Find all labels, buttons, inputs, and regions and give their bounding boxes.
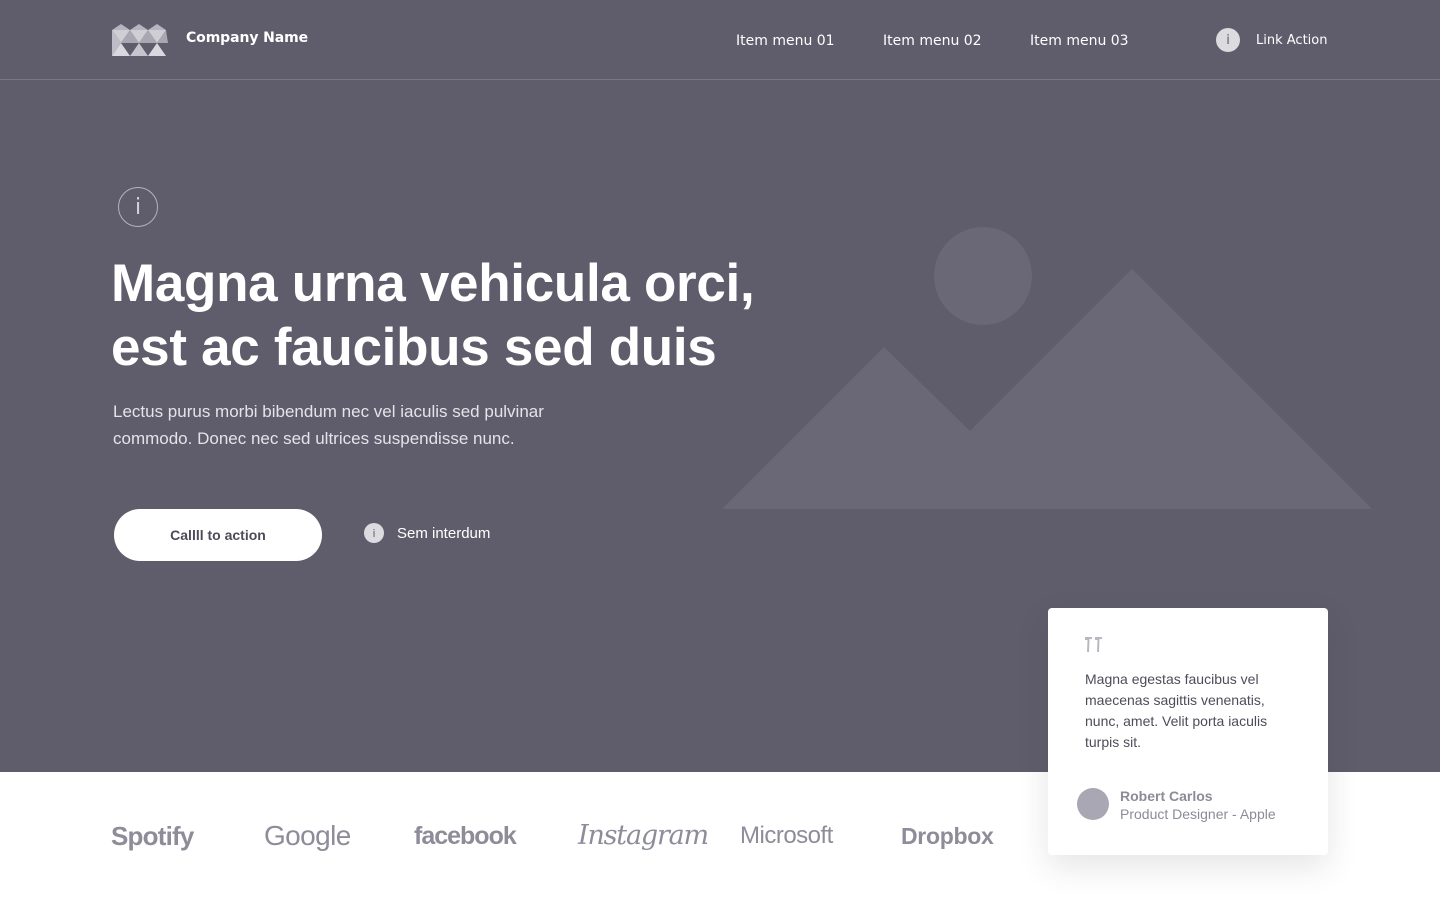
sem-interdum-label: Sem interdum	[397, 524, 491, 542]
google-logo: Google	[264, 820, 351, 851]
hero-subtitle-line: Lectus purus morbi bibendum nec vel iacu…	[113, 402, 544, 421]
instagram-logo: Instagram	[578, 820, 709, 851]
author-role: Product Designer - Apple	[1120, 806, 1276, 822]
testimonial-quote: Magna egestas faucibus vel maecenas sagi…	[1085, 669, 1300, 753]
quote-line: maecenas sagittis venenatis,	[1085, 692, 1265, 708]
call-to-action-button[interactable]: Callll to action	[114, 509, 322, 561]
hero-subtitle: Lectus purus morbi bibendum nec vel iacu…	[113, 398, 633, 452]
facebook-logo: facebook	[414, 822, 517, 850]
image-placeholder-icon	[722, 227, 1372, 509]
author-name: Robert Carlos	[1120, 788, 1213, 804]
company-name[interactable]: Company Name	[186, 30, 308, 46]
info-outline-icon: i	[118, 187, 158, 227]
site-header: Company Name Item menu 01 Item menu 02 I…	[0, 0, 1440, 80]
microsoft-logo: Microsoft	[740, 822, 833, 849]
quote-icon	[1085, 637, 1102, 652]
sem-interdum-link[interactable]: i Sem interdum	[364, 521, 490, 545]
nav-item-menu-02[interactable]: Item menu 02	[883, 33, 982, 49]
testimonial-card: Magna egestas faucibus vel maecenas sagi…	[1048, 608, 1328, 855]
nav-item-menu-01[interactable]: Item menu 01	[736, 33, 835, 49]
nav-item-menu-03[interactable]: Item menu 03	[1030, 33, 1129, 49]
hero-subtitle-line: commodo. Donec nec sed ultrices suspendi…	[113, 429, 515, 448]
dropbox-logo: Dropbox	[901, 823, 994, 849]
info-icon: i	[364, 523, 384, 543]
link-action-label: Link Action	[1256, 32, 1328, 48]
quote-line: nunc, amet. Velit porta iaculis	[1085, 713, 1268, 729]
avatar	[1077, 788, 1109, 820]
quote-line: turpis sit.	[1085, 734, 1142, 750]
quote-line: Magna egestas faucibus vel	[1085, 671, 1259, 687]
spotify-logo: Spotify	[111, 821, 194, 851]
link-action[interactable]: i Link Action	[1216, 27, 1327, 53]
company-logo-icon[interactable]	[112, 24, 168, 56]
info-icon: i	[1216, 28, 1240, 52]
